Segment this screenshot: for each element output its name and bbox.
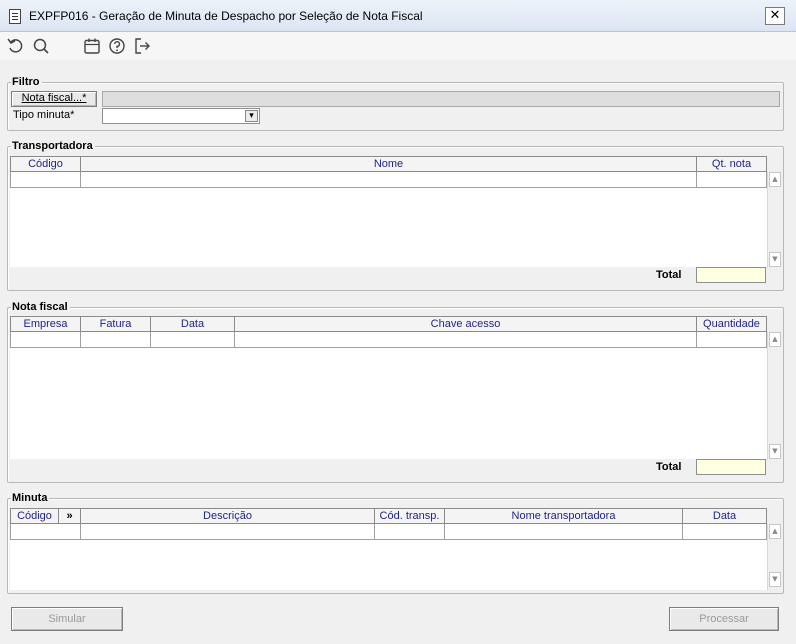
filtro-legend: Filtro <box>11 76 42 88</box>
processar-button[interactable]: Processar <box>669 607 779 631</box>
nota-fiscal-total-field <box>696 459 766 475</box>
nota-fiscal-field[interactable] <box>102 91 780 107</box>
nota-fiscal-button[interactable]: Nota fiscal...* <box>11 91 97 107</box>
column-header[interactable]: Fatura <box>81 316 151 332</box>
chevron-down-icon[interactable]: ▾ <box>245 110 258 122</box>
help-icon[interactable] <box>107 36 127 56</box>
column-header[interactable]: Descrição <box>81 508 375 524</box>
column-header[interactable]: Cód. transp. <box>375 508 445 524</box>
tipo-minuta-select[interactable]: ▾ <box>102 108 260 124</box>
vertical-scrollbar[interactable]: ▲ ▼ <box>767 172 781 268</box>
table-cell[interactable] <box>445 524 683 540</box>
column-header[interactable]: Código <box>10 508 59 524</box>
processar-button-label: Processar <box>699 613 749 625</box>
nota-fiscal-legend: Nota fiscal <box>11 301 70 313</box>
minuta-legend: Minuta <box>11 492 50 504</box>
column-header[interactable]: Nome <box>81 156 697 172</box>
tipo-minuta-label: Tipo minuta* <box>13 109 75 121</box>
toolbar <box>0 32 796 60</box>
scroll-up-icon[interactable]: ▲ <box>769 172 781 187</box>
window-title: EXPFP016 - Geração de Minuta de Despacho… <box>29 9 423 23</box>
table-cell[interactable] <box>81 172 697 188</box>
vertical-scrollbar[interactable]: ▲ ▼ <box>767 332 781 460</box>
exit-icon[interactable] <box>132 36 152 56</box>
table-cell[interactable] <box>10 172 81 188</box>
column-header[interactable]: Data <box>151 316 235 332</box>
transportadora-total-field <box>696 267 766 283</box>
column-header[interactable]: Empresa <box>10 316 81 332</box>
close-button[interactable]: ✕ <box>765 7 785 25</box>
column-header[interactable]: Chave acesso <box>235 316 697 332</box>
document-icon <box>9 9 21 24</box>
table-cell[interactable] <box>683 524 767 540</box>
table-cell[interactable] <box>81 332 151 348</box>
table-cell[interactable] <box>697 172 767 188</box>
table-cell[interactable] <box>151 332 235 348</box>
column-header[interactable]: Data <box>683 508 767 524</box>
table-cell[interactable] <box>10 332 81 348</box>
scroll-down-icon[interactable]: ▼ <box>769 444 781 459</box>
expand-column-button[interactable]: » <box>59 508 81 524</box>
scroll-up-icon[interactable]: ▲ <box>769 524 781 539</box>
table-cell[interactable] <box>697 332 767 348</box>
column-header[interactable]: Nome transportadora <box>445 508 683 524</box>
vertical-scrollbar[interactable]: ▲ ▼ <box>767 524 781 590</box>
calendar-icon[interactable] <box>82 36 102 56</box>
title-bar: EXPFP016 - Geração de Minuta de Despacho… <box>0 0 796 32</box>
transportadora-legend: Transportadora <box>11 140 95 152</box>
nota-fiscal-button-label: Nota fiscal...* <box>21 92 87 104</box>
nota-fiscal-total-label: Total <box>656 461 682 473</box>
transportadora-total-label: Total <box>656 269 682 281</box>
table-cell[interactable] <box>235 332 697 348</box>
table-cell[interactable] <box>81 524 375 540</box>
search-icon[interactable] <box>31 36 51 56</box>
simular-button[interactable]: Simular <box>11 607 123 631</box>
table-cell[interactable] <box>375 524 445 540</box>
table-cell[interactable] <box>10 524 81 540</box>
scroll-down-icon[interactable]: ▼ <box>769 252 781 267</box>
column-header[interactable]: Qt. nota <box>697 156 767 172</box>
undo-icon[interactable] <box>6 36 26 56</box>
column-header[interactable]: Código <box>10 156 81 172</box>
scroll-down-icon[interactable]: ▼ <box>769 572 781 587</box>
simular-button-label: Simular <box>48 613 86 625</box>
scroll-up-icon[interactable]: ▲ <box>769 332 781 347</box>
column-header[interactable]: Quantidade <box>697 316 767 332</box>
